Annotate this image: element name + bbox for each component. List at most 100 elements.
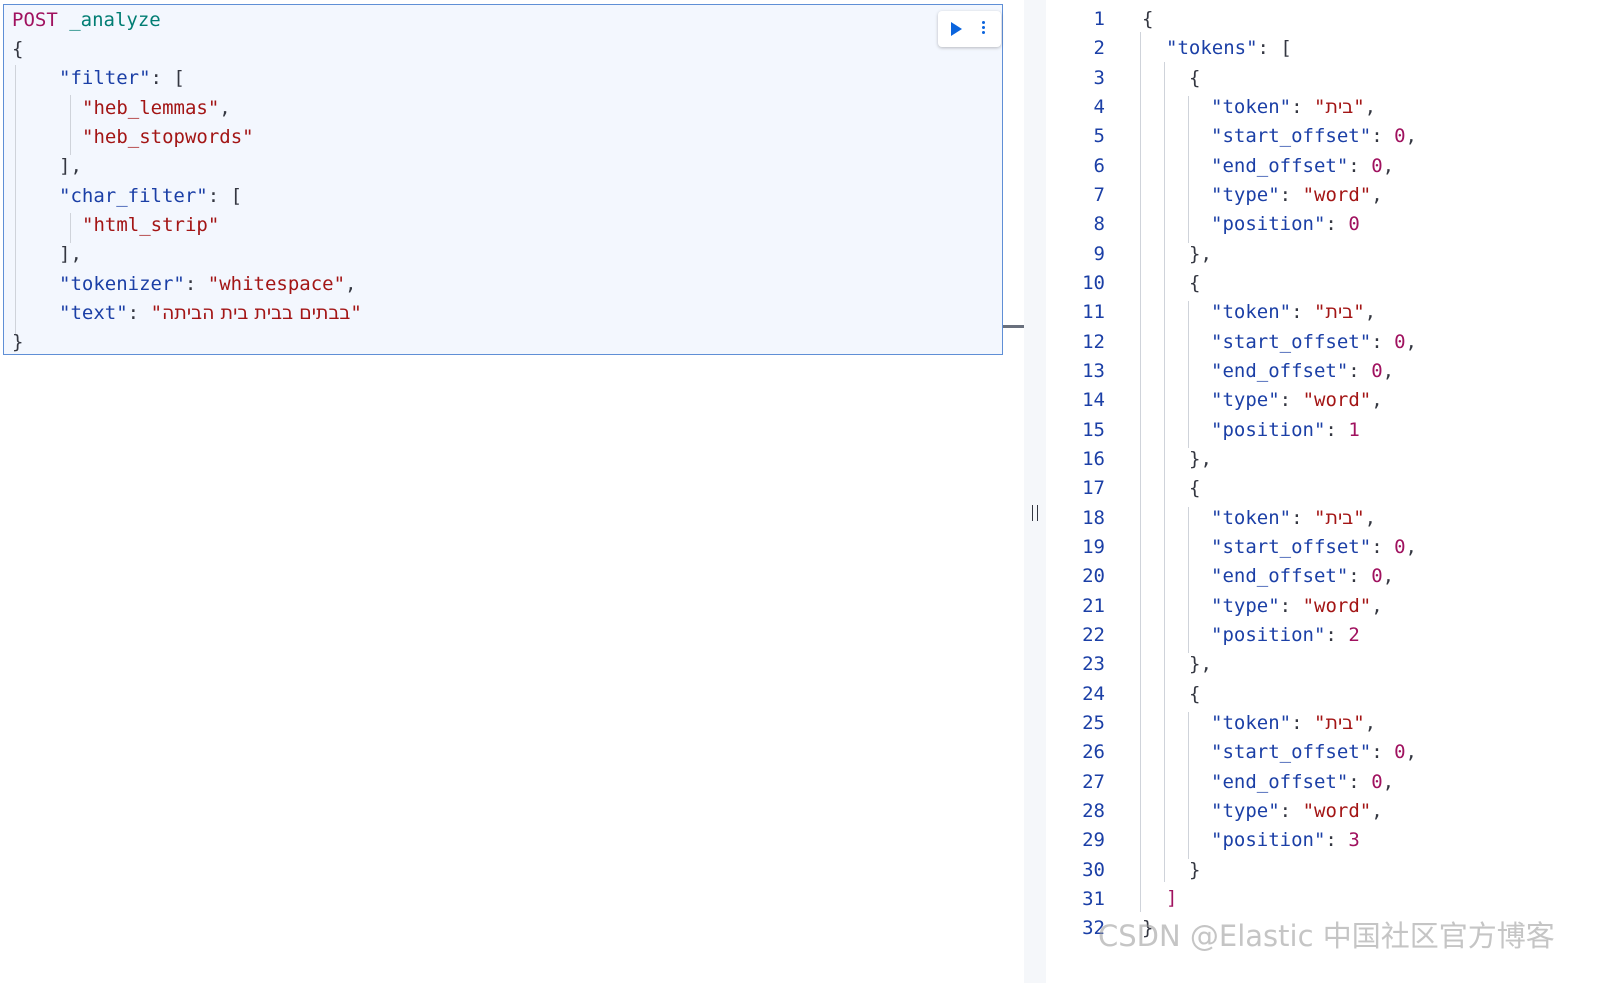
request-block[interactable]: POST _analyze { "filter": [ "heb_lemmas"… [3,4,1003,355]
code-line: { [1142,8,1154,30]
code-line: "type": "word", [1211,799,1383,822]
type-value: word [1314,799,1360,822]
line-number: 13 [1082,359,1105,382]
line-number: 5 [1093,125,1105,148]
more-vertical-icon[interactable] [982,21,986,37]
token-value: בית [1325,301,1354,324]
line-number: 6 [1093,154,1105,177]
end-offset-value: 0 [1371,565,1383,588]
code-line: "position": 1 [1211,418,1360,441]
line-number: 1 [1093,8,1105,30]
end-offset-value: 0 [1371,359,1383,382]
start-offset-value: 0 [1394,741,1406,764]
code-line: ] [1166,887,1178,909]
line-number: 10 [1082,271,1105,294]
indent-guide [1188,95,1189,243]
http-method: POST [12,9,58,31]
code-line: "end_offset": 0, [1211,565,1395,588]
watermark: CSDN @Elastic 中国社区官方博客 [1098,919,1555,953]
code-line: { [12,38,24,60]
indent-guide [70,95,71,155]
type-value: word [1314,183,1360,206]
code-line: ], [59,243,82,265]
resize-handle-icon[interactable] [1032,505,1038,521]
end-offset-value: 0 [1371,154,1383,177]
code-line: }, [1189,653,1212,676]
code-line: "start_offset": 0, [1211,330,1417,353]
indent-guide [1188,506,1189,654]
indent-guide [1140,32,1141,912]
position-value: 3 [1348,829,1360,852]
code-line: }, [1189,447,1212,470]
code-line: "tokens": [ [1166,37,1292,59]
endpoint-path: _analyze [69,9,161,31]
line-number: 18 [1082,506,1105,529]
code-line: "end_offset": 0, [1211,154,1395,177]
code-line: "position": 3 [1211,829,1360,852]
line-number: 21 [1082,594,1105,617]
line-number: 7 [1093,183,1105,206]
play-icon[interactable] [951,22,962,36]
code-line: "heb_stopwords" [82,126,254,148]
line-number: 12 [1082,330,1105,353]
code-line: "text": "בבתים בבית בית הביתה" [59,302,362,324]
end-offset-value: 0 [1371,770,1383,793]
code-line: "type": "word", [1211,389,1383,412]
code-line: "type": "word", [1211,183,1383,206]
request-line: POST _analyze [12,5,161,35]
line-number: 17 [1082,477,1105,500]
code-line: { [1189,271,1201,294]
code-line: "end_offset": 0, [1211,770,1395,793]
request-editor[interactable]: POST _analyze { "filter": [ "heb_lemmas"… [0,0,1024,983]
code-line: { [1189,477,1201,500]
line-number: 28 [1082,799,1105,822]
code-line: "token": "בית", [1211,711,1377,734]
code-line: "heb_lemmas", [82,97,231,119]
type-value: word [1314,594,1360,617]
token-value: בית [1325,95,1354,118]
line-number: 29 [1082,829,1105,852]
line-number: 26 [1082,741,1105,764]
code-line: } [12,331,24,353]
token-value: בית [1325,711,1354,734]
indent-guide [1164,62,1165,882]
type-value: word [1314,389,1360,412]
token-value: בית [1325,506,1354,529]
line-number: 22 [1082,623,1105,646]
code-line: "token": "בית", [1211,301,1377,324]
code-line: { [1189,682,1201,705]
line-number: 9 [1093,242,1105,265]
code-line: "html_strip" [82,214,220,236]
indent-guide [15,65,16,335]
code-line: "position": 0 [1211,213,1360,236]
code-line: "position": 2 [1211,623,1360,646]
line-number: 20 [1082,565,1105,588]
code-line: "filter": [ [59,67,185,89]
line-number: 25 [1082,711,1105,734]
request-actions [938,11,1001,47]
code-line: }, [1189,242,1212,265]
line-number: 24 [1082,682,1105,705]
pane-resizer[interactable] [1024,0,1046,983]
code-line: "start_offset": 0, [1211,741,1417,764]
code-line: { [1189,66,1201,89]
line-number: 15 [1082,418,1105,441]
line-number: 4 [1093,95,1105,118]
line-number: 14 [1082,389,1105,412]
code-line: "char_filter": [ [59,185,243,207]
code-line: "tokenizer": "whitespace", [59,273,357,295]
indent-guide [1188,301,1189,448]
position-value: 1 [1348,418,1360,441]
start-offset-value: 0 [1394,125,1406,148]
start-offset-value: 0 [1394,330,1406,353]
code-line: ], [59,155,82,177]
scroll-position-marker [1003,325,1024,328]
line-number: 19 [1082,535,1105,558]
code-line: "start_offset": 0, [1211,125,1417,148]
start-offset-value: 0 [1394,535,1406,558]
code-line: "type": "word", [1211,594,1383,617]
code-line: "token": "בית", [1211,95,1377,118]
position-value: 2 [1348,623,1360,646]
position-value: 0 [1348,213,1360,236]
line-number: 11 [1082,301,1105,324]
